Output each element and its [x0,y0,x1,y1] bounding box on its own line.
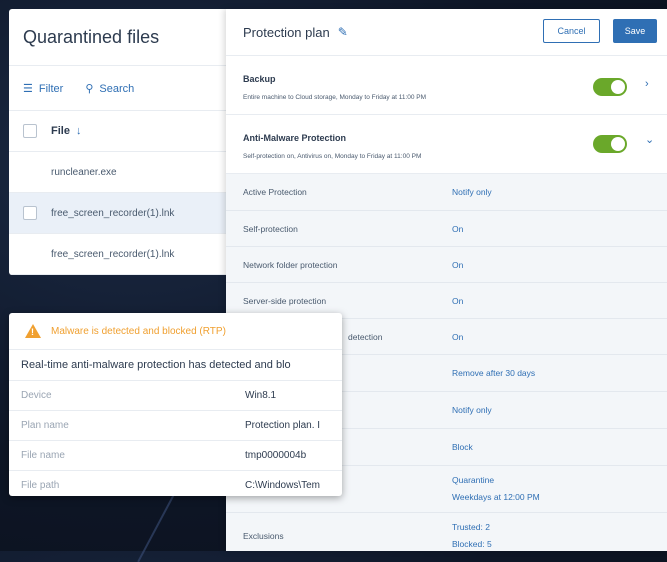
search-icon: ⚲ [85,82,94,95]
field-label: Device [21,390,52,401]
table-row[interactable]: runcleaner.exe [9,152,231,193]
alert-header: ! Malware is detected and blocked (RTP) [9,313,342,350]
antimalware-subtitle: Self-protection on, Antivirus on, Monday… [243,153,422,160]
setting-row-active-protection[interactable]: Active Protection Notify only [226,174,667,211]
field-label: File path [21,480,60,491]
filter-button[interactable]: ☰ Filter [23,82,63,95]
setting-value[interactable]: Quarantine Weekdays at 12:00 PM [452,472,540,506]
field-label: File name [21,450,65,461]
backup-toggle[interactable] [593,78,627,96]
filter-label: Filter [38,82,64,95]
chevron-down-icon[interactable]: ⌄ [645,133,654,146]
field-value: Win8.1 [245,390,277,401]
setting-row-network-folder[interactable]: Network folder protection On [226,247,667,283]
warning-icon: ! [25,324,41,338]
setting-value[interactable]: On [452,224,463,234]
backup-section: Backup Entire machine to Cloud storage, … [226,56,667,115]
search-button[interactable]: ⚲ Search [85,82,134,95]
setting-value[interactable]: Trusted: 2 Blocked: 5 [452,519,492,551]
setting-value[interactable]: Notify only [452,405,492,415]
select-all-checkbox[interactable] [23,124,37,138]
table-row[interactable]: free_screen_recorder(1).lnk [9,234,231,275]
setting-value[interactable]: On [452,296,463,306]
alert-field-row: Device Win8.1 [9,381,342,411]
setting-label: Self-protection [243,223,298,234]
antimalware-title: Anti-Malware Protection [243,133,347,143]
row-checkbox[interactable] [23,206,37,220]
edit-icon[interactable]: ✎ [338,25,348,39]
file-name: runcleaner.exe [51,166,117,178]
field-value: Protection plan. I [245,420,321,431]
file-name: free_screen_recorder(1).lnk [51,248,175,260]
file-name: free_screen_recorder(1).lnk [51,207,175,219]
setting-value[interactable]: On [452,332,463,342]
field-label: Plan name [21,420,69,431]
alert-field-row: Plan name Protection plan. I [9,411,342,441]
search-label: Search [99,82,135,95]
setting-label: Active Protection [243,187,307,197]
alert-field-row: File path C:\Windows\Tem [9,471,342,496]
setting-row-exclusions[interactable]: Exclusions Trusted: 2 Blocked: 5 [226,513,667,551]
backup-title: Backup [243,74,276,84]
field-value: C:\Windows\Tem [245,480,321,491]
antimalware-toggle[interactable] [593,135,627,153]
quarantine-title: Quarantined files [9,9,231,66]
chevron-right-icon[interactable]: › [645,78,649,90]
quarantined-files-panel: Quarantined files ☰ Filter ⚲ Search File ↓… [9,9,231,275]
alert-description: Real-time anti-malware protection has de… [9,350,342,381]
plan-title: Protection plan [243,24,330,40]
plan-header: Protection plan ✎ Cancel Save [226,9,667,56]
setting-value[interactable]: Notify only [452,187,492,197]
setting-label: Exclusions [243,531,284,541]
setting-label: Server-side protection [243,295,327,306]
alert-field-row: File name tmp0000004b [9,441,342,471]
sort-down-icon[interactable]: ↓ [76,125,82,137]
cancel-button[interactable]: Cancel [543,19,600,43]
save-button[interactable]: Save [613,19,657,43]
quarantine-toolbar: ☰ Filter ⚲ Search [9,66,231,111]
setting-value[interactable]: On [452,260,463,270]
table-header: File ↓ [9,111,231,152]
antimalware-section: Anti-Malware Protection Self-protection … [226,115,667,174]
malware-alert-card: ! Malware is detected and blocked (RTP) … [9,313,342,496]
setting-value[interactable]: Block [452,442,473,452]
alert-title: Malware is detected and blocked (RTP) [51,325,226,337]
column-file[interactable]: File [51,125,70,137]
backup-subtitle: Entire machine to Cloud storage, Monday … [243,94,427,101]
setting-label: Network folder protection [243,259,338,270]
filter-icon: ☰ [23,82,33,95]
setting-row-self-protection[interactable]: Self-protection On [226,211,667,247]
table-row[interactable]: free_screen_recorder(1).lnk [9,193,231,234]
setting-value[interactable]: Remove after 30 days [452,368,535,378]
field-value: tmp0000004b [245,450,307,461]
